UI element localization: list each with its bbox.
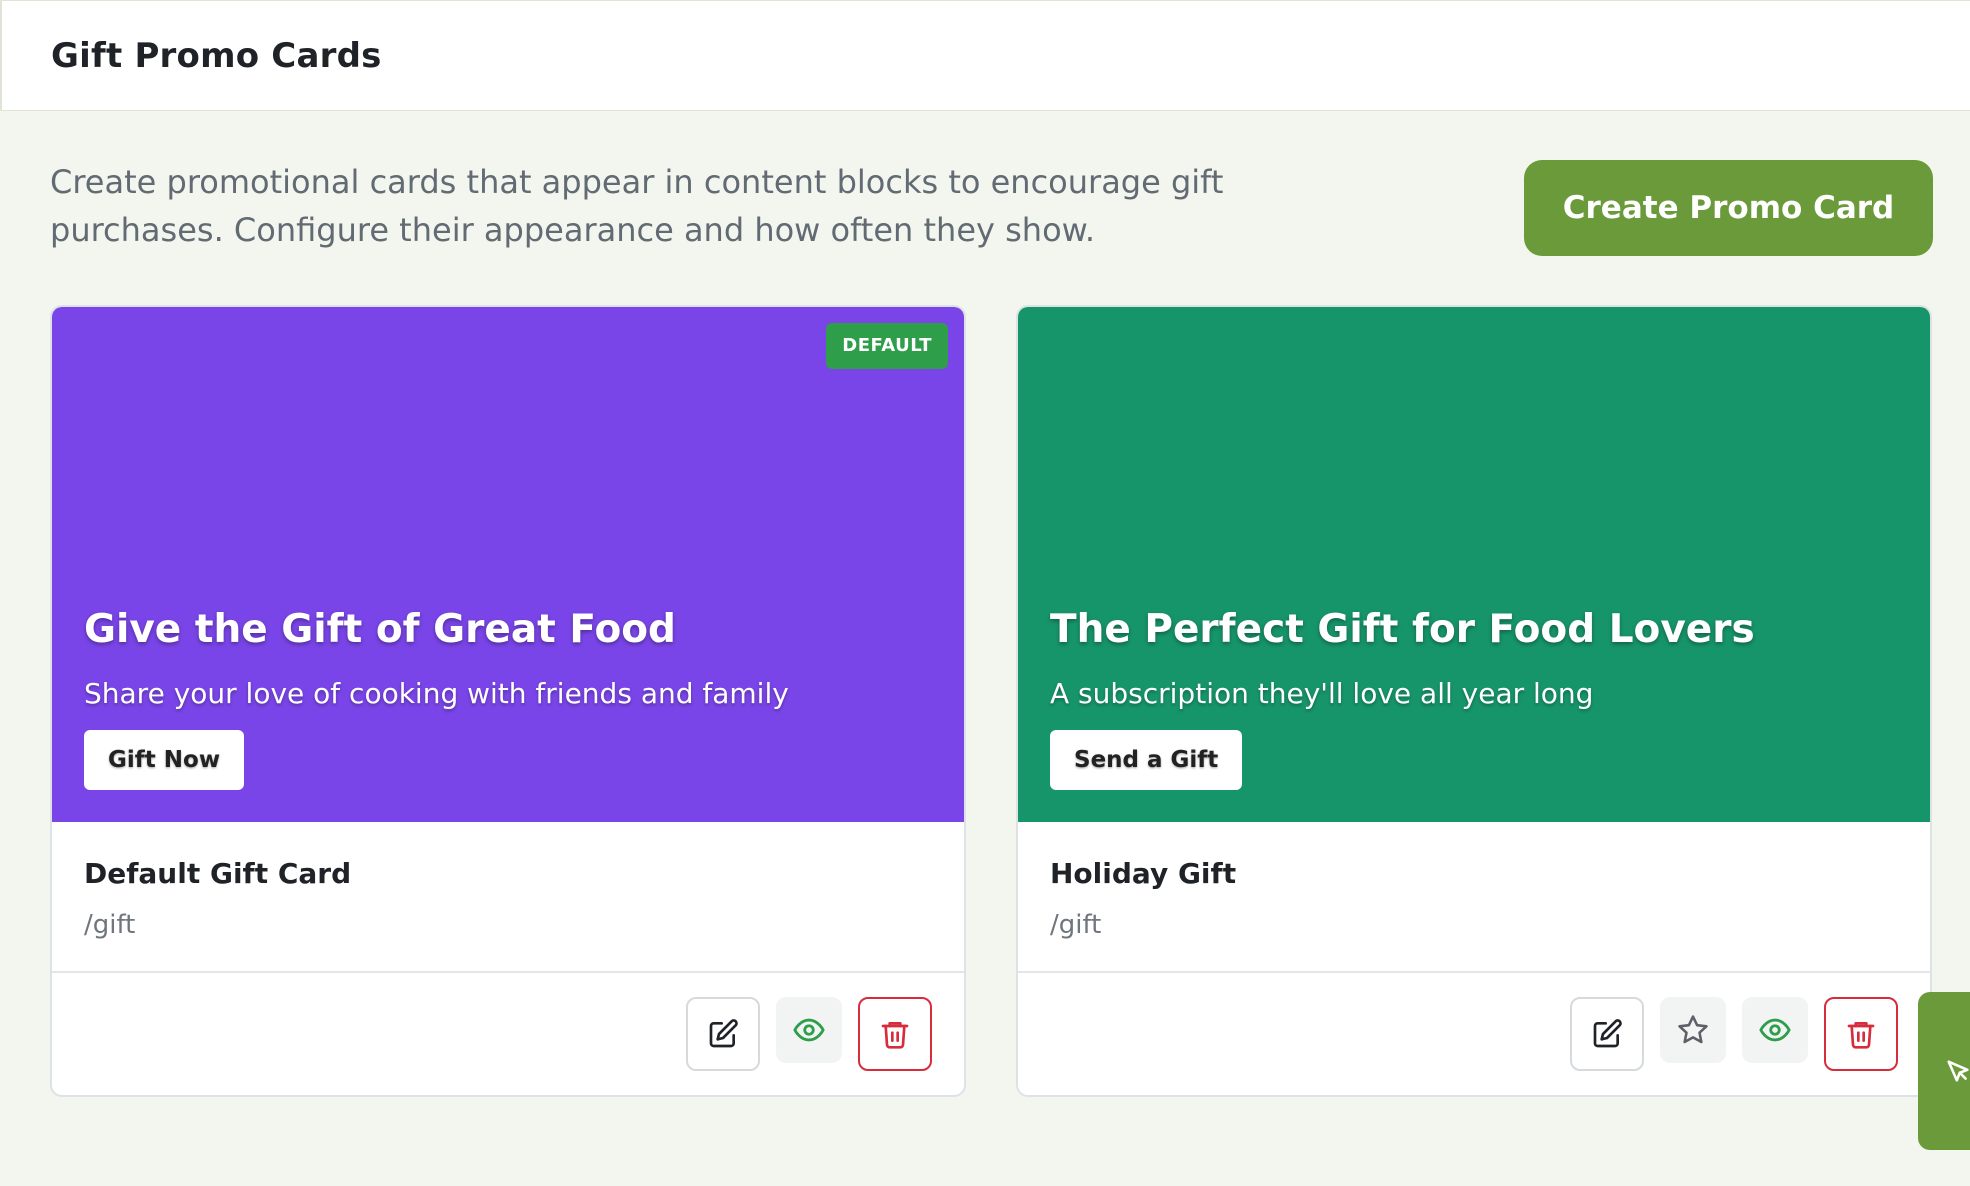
- card-path: /gift: [84, 910, 136, 940]
- card-footer: [52, 971, 964, 1095]
- page-header: Gift Promo Cards: [0, 0, 1970, 111]
- banner-cta-button[interactable]: Send a Gift: [1050, 730, 1243, 790]
- default-badge: DEFAULT: [826, 323, 948, 369]
- preview-button[interactable]: [776, 997, 842, 1063]
- card-info: Holiday Gift /gift: [1050, 857, 1236, 940]
- card-name: Holiday Gift: [1050, 857, 1237, 890]
- promo-card-default: DEFAULT Give the Gift of Great Food Shar…: [50, 305, 966, 1097]
- card-banner-preview: DEFAULT Give the Gift of Great Food Shar…: [52, 307, 964, 822]
- trash-icon: [1847, 1022, 1875, 1049]
- banner-title: The Perfect Gift for Food Lovers: [1050, 607, 1755, 652]
- banner-cta-button[interactable]: Gift Now: [84, 730, 245, 790]
- page-title: Gift Promo Cards: [51, 35, 382, 76]
- edit-icon: [709, 1019, 738, 1048]
- floating-feedback-tab[interactable]: [1918, 992, 1970, 1150]
- card-name: Default Gift Card: [84, 857, 352, 890]
- edit-button[interactable]: [686, 997, 760, 1071]
- edit-button[interactable]: [1570, 997, 1644, 1071]
- banner-subtitle: Share your love of cooking with friends …: [84, 677, 789, 710]
- page-description: Create promotional cards that appear in …: [50, 163, 1224, 249]
- page: Gift Promo Cards Create promotional card…: [0, 0, 1970, 1186]
- card-actions: [1570, 997, 1898, 1071]
- promo-card-holiday: The Perfect Gift for Food Lovers A subsc…: [1016, 305, 1932, 1097]
- eye-icon: [793, 1018, 825, 1042]
- card-banner-preview: The Perfect Gift for Food Lovers A subsc…: [1018, 307, 1930, 822]
- cursor-arrow-icon: [1947, 1060, 1969, 1082]
- create-promo-card-button[interactable]: Create Promo Card: [1524, 160, 1933, 256]
- star-icon: [1678, 1015, 1708, 1044]
- eye-icon: [1759, 1018, 1791, 1042]
- card-info: Default Gift Card /gift: [84, 857, 351, 940]
- delete-button[interactable]: [1824, 997, 1898, 1071]
- trash-icon: [881, 1022, 909, 1049]
- card-path: /gift: [1050, 910, 1102, 940]
- set-default-button[interactable]: [1660, 997, 1726, 1063]
- card-footer: [1018, 971, 1930, 1095]
- banner-title: Give the Gift of Great Food: [84, 607, 676, 652]
- banner-subtitle: A subscription they'll love all year lon…: [1050, 677, 1594, 710]
- card-actions: [686, 997, 932, 1071]
- edit-icon: [1593, 1019, 1622, 1048]
- preview-button[interactable]: [1742, 997, 1808, 1063]
- delete-button[interactable]: [858, 997, 932, 1071]
